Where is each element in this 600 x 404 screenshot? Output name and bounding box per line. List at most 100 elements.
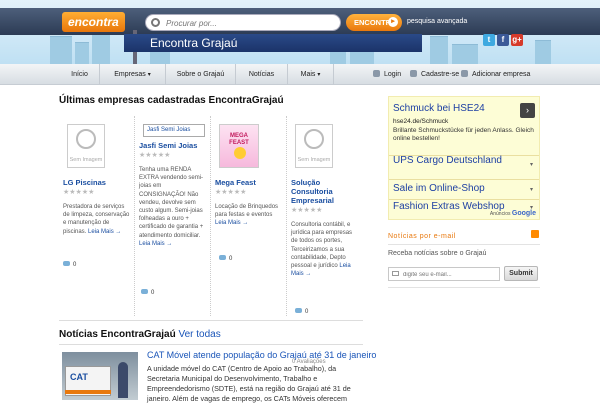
register-link[interactable]: Cadastre-se [410, 64, 459, 85]
news-heading-text: Notícias EncontraGrajaú [59, 329, 176, 340]
search-input[interactable] [166, 16, 336, 30]
company-title[interactable]: Solução Consultoria Empresarial [291, 178, 359, 205]
search-button[interactable]: ENCONTRA ▸ [346, 14, 402, 31]
company-list: Sem Imagem LG Piscinas ★★★★★ Prestadora … [59, 116, 363, 316]
rating-stars: ★★★★★ [139, 152, 171, 159]
comment-count-text: 0 [151, 290, 155, 296]
comment-icon [219, 255, 226, 260]
divider [59, 344, 363, 345]
ad-link-text: UPS Cargo Deutschland [393, 155, 502, 166]
company-thumbnail[interactable]: Sem Imagem [67, 124, 105, 168]
next-arrow-icon[interactable]: › [520, 103, 535, 118]
google-plus-icon[interactable]: g+ [511, 34, 523, 46]
no-image-label: Sem Imagem [297, 157, 331, 163]
email-field[interactable] [388, 267, 500, 281]
image-placeholder-icon [76, 129, 96, 149]
lock-icon [373, 70, 380, 77]
thumb-label: Jasfi Semi Joias [147, 127, 191, 133]
site-name-sign: Encontra Grajaú [124, 34, 422, 52]
chevron-down-icon: ▾ [147, 72, 151, 78]
company-card: Sem Imagem LG Piscinas ★★★★★ Prestadora … [59, 116, 135, 316]
search-icon [151, 18, 160, 27]
add-company-link[interactable]: Adicionar empresa [461, 64, 530, 85]
comment-count-text: 0 [305, 309, 309, 315]
ad-brand: Google [511, 210, 536, 217]
balloon-icon [234, 147, 246, 159]
van-stripe [65, 390, 111, 394]
company-title[interactable]: LG Piscinas [63, 178, 130, 187]
divider [388, 244, 540, 245]
comment-count[interactable]: 0 [219, 255, 232, 262]
company-title[interactable]: Mega Feast [215, 178, 282, 187]
companies-heading: Últimas empresas cadastradas EncontraGra… [59, 95, 284, 106]
user-icon [410, 70, 417, 77]
company-card: Jasfi Semi Joias Jasfi Semi Joias ★★★★★ … [135, 116, 211, 316]
nav-item-inicio[interactable]: Início [60, 64, 100, 85]
news-image[interactable]: CAT [62, 352, 138, 400]
comment-icon [295, 308, 302, 313]
company-thumbnail[interactable]: Jasfi Semi Joias [143, 124, 205, 137]
login-link[interactable]: Login [373, 64, 401, 85]
mail-icon [392, 271, 399, 276]
rss-icon[interactable] [531, 230, 539, 238]
company-desc: Locação de Brinquedos para festas e even… [215, 203, 282, 228]
company-card: Sem Imagem Solução Consultoria Empresari… [287, 116, 363, 316]
desc-text: Tenha uma RENDA EXTRA vendendo semi-joia… [139, 167, 204, 239]
cat-logo: CAT [70, 372, 88, 382]
ad-link-text: Fashion Extras Webshop [393, 201, 505, 212]
rating-stars: ★★★★★ [63, 189, 95, 196]
nav-label: Início [71, 71, 88, 78]
news-heading: Notícias EncontraGrajaú Ver todas [59, 329, 221, 340]
city-skyline [50, 36, 72, 64]
rating-stars: ★★★★★ [291, 207, 323, 214]
facebook-icon[interactable]: f [497, 34, 509, 46]
ad-link[interactable]: Sale im Online-Shop ▾ [389, 179, 539, 199]
advanced-search-link[interactable]: pesquisa avançada [407, 18, 467, 25]
nav-label: Notícias [248, 71, 275, 78]
company-desc: Prestadora de serviços de limpeza, conse… [63, 203, 130, 236]
comment-count-text: 0 [73, 262, 77, 268]
news-body: A unidade móvel do CAT (Centro de Apoio … [147, 364, 351, 403]
divider [59, 320, 363, 321]
register-label: Cadastre-se [421, 71, 460, 78]
read-more-link[interactable]: Leia Mais → [215, 220, 248, 226]
comment-count[interactable]: 0 [141, 289, 154, 296]
nav-item-mais[interactable]: Mais ▾ [288, 64, 334, 85]
ad-attribution[interactable]: Anúncios Google [490, 210, 536, 217]
desc-text: Consultoria contábil, e jurídica para em… [291, 222, 353, 270]
company-thumbnail[interactable]: MEGA FEAST [219, 124, 259, 168]
company-desc: Tenha uma RENDA EXTRA vendendo semi-joia… [139, 166, 206, 248]
ad-url[interactable]: hse24.de/Schmuck [389, 113, 539, 125]
company-thumbnail[interactable]: Sem Imagem [295, 124, 333, 168]
read-more-link[interactable]: Leia Mais → [139, 241, 172, 247]
company-title[interactable]: Jasfi Semi Joias [139, 141, 206, 150]
nav-item-empresas[interactable]: Empresas ▾ [100, 64, 166, 85]
read-more-link[interactable]: Leia Mais → [88, 229, 121, 235]
ad-link-text: Sale im Online-Shop [393, 183, 485, 194]
plus-icon [461, 70, 468, 77]
comment-icon [63, 261, 70, 266]
comment-count[interactable]: 0 [295, 308, 308, 315]
ad-headline[interactable]: Schmuck bei HSE24 [389, 97, 539, 114]
ad-block: Schmuck bei HSE24 › hse24.de/Schmuck Bri… [388, 96, 540, 220]
no-image-label: Sem Imagem [69, 157, 103, 163]
site-logo[interactable]: encontra [62, 12, 125, 32]
comment-count[interactable]: 0 [63, 261, 76, 268]
ad-desc: Brillante Schmuckstücke für jeden Anlass… [393, 127, 534, 142]
search-box[interactable] [145, 14, 341, 31]
twitter-icon[interactable]: t [483, 34, 495, 46]
see-all-news-link[interactable]: Ver todas [178, 329, 220, 340]
company-card: MEGA FEAST Mega Feast ★★★★★ Locação de B… [211, 116, 287, 316]
nav-item-sobre[interactable]: Sobre o Grajaú [166, 64, 236, 85]
arrow-right-icon: ▸ [388, 17, 398, 27]
nav-item-noticias[interactable]: Notícias [236, 64, 288, 85]
newsletter-heading: Notícias por e-mail [388, 233, 456, 240]
ad-link[interactable]: UPS Cargo Deutschland ▾ [389, 155, 539, 179]
desc-text: Locação de Brinquedos para festas e even… [215, 204, 279, 219]
chevron-down-icon: ▾ [529, 162, 533, 168]
add-company-label: Adicionar empresa [472, 71, 531, 78]
submit-button[interactable]: Submit [504, 266, 538, 281]
city-skyline [535, 40, 551, 64]
divider [388, 287, 540, 288]
news-title[interactable]: CAT Móvel atende população do Grajaú até… [147, 350, 376, 360]
